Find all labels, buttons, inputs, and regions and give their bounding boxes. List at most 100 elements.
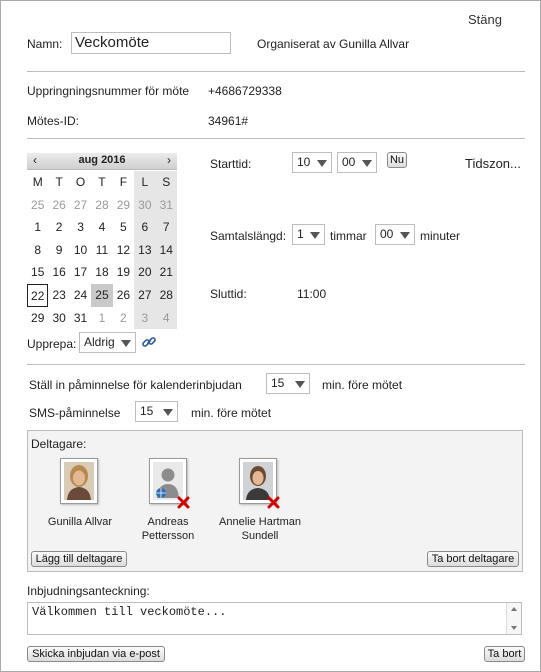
calendar-day[interactable]: 31 [155, 193, 177, 217]
divider [27, 364, 525, 365]
chevron-down-icon [295, 381, 305, 388]
close-link[interactable]: Stäng [468, 12, 502, 27]
duration-minutes-value: 00 [380, 227, 394, 241]
calendar-day[interactable]: 22 [27, 284, 49, 307]
start-time-label: Starttid: [210, 157, 252, 171]
remove-participant-button[interactable]: Ta bort deltagare [427, 551, 519, 567]
calendar-day[interactable]: 9 [48, 239, 69, 262]
divider [27, 71, 525, 72]
repeat-label: Upprepa: [27, 337, 77, 351]
sms-reminder-select[interactable]: 15 [135, 401, 178, 422]
delete-meeting-button[interactable]: Ta bort [484, 646, 525, 662]
participant-name: Annelie Hartman Sundell [210, 515, 310, 543]
calendar-day[interactable]: 13 [134, 238, 156, 262]
calendar-day[interactable]: 6 [134, 216, 156, 239]
hours-unit-label: timmar [330, 229, 367, 243]
calendar-day[interactable]: 4 [91, 216, 112, 239]
chevron-down-icon [317, 160, 327, 167]
remove-participant-icon[interactable] [267, 496, 280, 509]
calendar-day[interactable]: 26 [48, 194, 69, 217]
divider [27, 138, 525, 139]
invitation-note-textarea[interactable]: Välkommen till veckomöte... [27, 602, 522, 635]
participant-name: Gunilla Allvar [47, 516, 113, 528]
remove-participant-icon[interactable] [177, 496, 190, 509]
calendar-day[interactable]: 28 [155, 284, 177, 307]
repeat-select[interactable]: Aldrig [79, 332, 136, 353]
meeting-name-input[interactable]: Veckomöte [71, 32, 231, 54]
calendar-day[interactable]: 1 [91, 307, 112, 330]
meeting-dialog: Stäng Namn: Veckomöte Organiserat av Gun… [0, 0, 541, 672]
start-hour-value: 10 [297, 155, 311, 169]
sms-reminder-value: 15 [140, 404, 154, 418]
calendar-day[interactable]: 17 [70, 261, 91, 284]
calendar-reminder-select[interactable]: 15 [266, 373, 310, 394]
calendar-day[interactable]: 1 [27, 216, 48, 239]
next-month-button[interactable]: › [162, 153, 176, 167]
calendar-day[interactable]: 2 [48, 216, 69, 239]
calendar-day[interactable]: 12 [113, 239, 134, 262]
participants-label: Deltagare: [31, 437, 87, 451]
calendar-day[interactable]: 10 [70, 239, 91, 262]
calendar-reminder-label: Ställ in påminnelse för kalenderinbjudan [29, 378, 242, 392]
sms-reminder-label: SMS-påminnelse [29, 406, 121, 420]
calendar-day[interactable]: 30 [134, 193, 156, 217]
calendar-day[interactable]: 11 [91, 239, 112, 262]
calendar-day[interactable]: 3 [70, 216, 91, 239]
calendar-day[interactable]: 3 [134, 306, 156, 330]
calendar-day[interactable]: 26 [113, 284, 134, 307]
calendar-day[interactable]: 5 [113, 216, 134, 239]
start-minute-value: 00 [342, 155, 356, 169]
name-label: Namn: [27, 37, 63, 51]
calendar-day[interactable]: 31 [70, 307, 91, 330]
calendar-day[interactable]: 4 [155, 306, 177, 330]
now-button[interactable]: Nu [387, 152, 407, 168]
calendar-day[interactable]: 20 [134, 261, 156, 284]
calendar-day[interactable]: 25 [91, 284, 113, 307]
calendar-day[interactable]: 19 [113, 261, 134, 284]
weekday-header: F [119, 175, 128, 189]
send-email-invitation-button[interactable]: Skicka inbjudan via e-post [27, 646, 165, 662]
calendar-day[interactable]: 30 [48, 307, 69, 330]
calendar-day[interactable]: 16 [48, 261, 69, 284]
participant-avatar[interactable] [60, 458, 98, 504]
chevron-down-icon [163, 409, 173, 416]
calendar-day[interactable]: 27 [134, 284, 156, 307]
default-user-icon [153, 462, 183, 500]
calendar-day[interactable]: 23 [48, 284, 69, 307]
organizer-text: Organiserat av Gunilla Allvar [257, 37, 410, 51]
chevron-down-icon [121, 340, 131, 347]
calendar-day[interactable]: 15 [27, 261, 48, 284]
calendar-day[interactable]: 8 [27, 239, 48, 262]
calendar-day[interactable]: 14 [155, 238, 177, 262]
participants-panel: Deltagare: Gunilla Allvar Andreas Petters… [27, 430, 523, 572]
weekday-header: L [134, 171, 156, 194]
weekday-header: M [32, 175, 43, 189]
calendar-day[interactable]: 24 [70, 284, 91, 307]
link-icon[interactable] [141, 334, 157, 350]
duration-minutes-select[interactable]: 00 [375, 224, 415, 245]
add-participant-button[interactable]: Lägg till deltagare [31, 551, 127, 567]
start-hour-select[interactable]: 10 [292, 152, 332, 173]
calendar-day[interactable]: 18 [91, 261, 112, 284]
calendar-day[interactable]: 21 [155, 261, 177, 284]
calendar-day[interactable]: 2 [113, 307, 134, 330]
calendar-day[interactable]: 25 [27, 194, 48, 217]
timezone-link[interactable]: Tidszon... [465, 156, 521, 171]
meeting-id-label: Mötes-ID: [27, 114, 80, 128]
duration-hours-select[interactable]: 1 [292, 224, 325, 245]
calendar-day[interactable]: 28 [91, 194, 112, 217]
participant-name-line1: Andreas [147, 516, 189, 528]
weekday-header: O [75, 175, 86, 189]
repeat-value: Aldrig [84, 335, 115, 349]
invitation-note-text: Välkommen till veckomöte... [32, 605, 227, 619]
calendar-day[interactable]: 7 [155, 216, 177, 239]
chevron-down-icon [362, 160, 372, 167]
calendar-day[interactable]: 27 [70, 194, 91, 217]
calendar-day[interactable]: 29 [27, 307, 48, 330]
avatar-photo [64, 462, 94, 500]
textarea-scrollbar[interactable] [506, 603, 521, 634]
participant-name: Andreas Pettersson [126, 515, 210, 543]
avatar-photo [243, 462, 273, 500]
start-minute-select[interactable]: 00 [337, 152, 377, 173]
calendar-day[interactable]: 29 [113, 194, 134, 217]
